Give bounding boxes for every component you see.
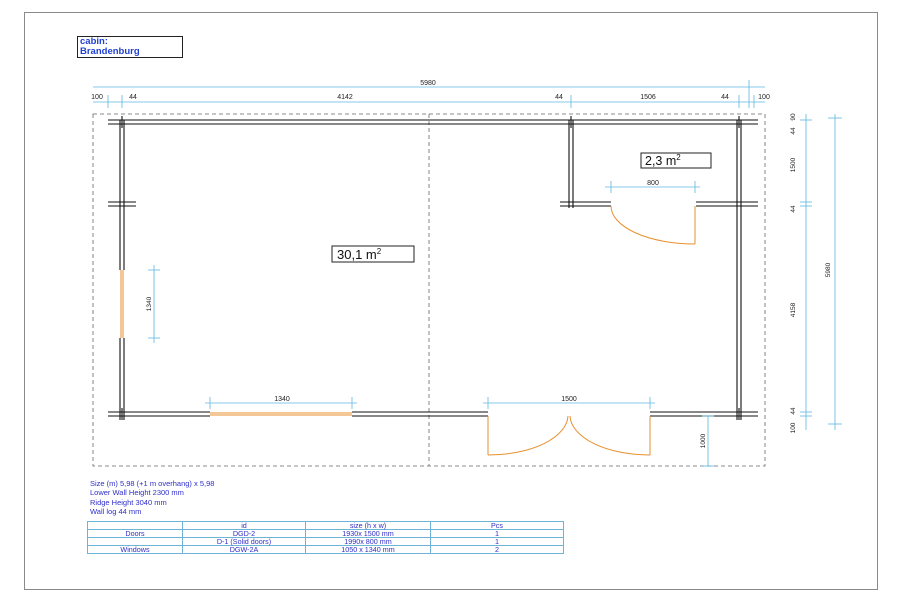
cell-size: 1050 x 1340 mm xyxy=(305,545,431,554)
dim-main-room-width: 4142 xyxy=(337,94,353,101)
small-room-area-label: 2,3 m2 xyxy=(645,153,681,168)
dim-side-window-width: 1340 xyxy=(146,296,153,311)
side-window xyxy=(120,270,124,338)
dim-right-top-overhang: 90 xyxy=(790,113,797,121)
dim-left-overhang: 100 xyxy=(91,94,103,101)
dim-right-log: 44 xyxy=(721,94,729,101)
cell-pcs: 2 xyxy=(430,545,564,554)
spec-lower-wall-height: Lower Wall Height 2300 mm xyxy=(90,488,184,498)
dim-right-log-c: 44 xyxy=(790,407,797,415)
main-room-area-label: 30,1 m2 xyxy=(337,247,382,262)
dim-right-log-b: 44 xyxy=(790,205,797,213)
dim-left-log: 44 xyxy=(129,94,137,101)
main-room-area-sup: 2 xyxy=(377,247,382,256)
dim-small-room-depth: 1500 xyxy=(790,157,797,172)
table-row: D-1 (Solid doors) 1990x 800 mm 1 xyxy=(87,537,564,546)
dim-overall-depth: 5980 xyxy=(825,262,832,277)
dim-front-window-width: 1340 xyxy=(274,396,290,403)
small-room-area-value: 2,3 m xyxy=(645,154,676,168)
front-window xyxy=(210,412,352,416)
table-row: Doors DGD-2 1930x 1500 mm 1 xyxy=(87,529,564,538)
small-room-door xyxy=(610,205,696,245)
spec-ridge-height: Ridge Height 3040 mm xyxy=(90,497,167,507)
dim-right-overhang: 100 xyxy=(758,94,770,101)
dim-terrace-depth: 1000 xyxy=(700,433,707,448)
table-row: Windows DGW-2A 1050 x 1340 mm 2 xyxy=(87,545,564,554)
parts-table: id size (h x w) Pcs Doors DGD-2 1930x 15… xyxy=(87,521,564,554)
dim-right-log-a: 44 xyxy=(790,127,797,135)
dim-double-door-width: 1500 xyxy=(561,396,577,403)
dim-small-room-width: 1506 xyxy=(640,94,656,101)
cell-id: DGW-2A xyxy=(182,545,306,554)
right-dimension-line xyxy=(800,114,842,430)
cell-category: Doors xyxy=(87,529,183,538)
main-room-area-value: 30,1 m xyxy=(337,247,377,262)
parts-table-header: id size (h x w) Pcs xyxy=(87,521,564,530)
spec-notes: Size (m) 5,98 (+1 m overhang) x 5,98 Low… xyxy=(90,479,214,517)
dim-small-door-width: 800 xyxy=(647,180,659,187)
double-door xyxy=(487,415,651,456)
dim-right-bottom-overhang: 100 xyxy=(790,422,797,433)
spec-size: Size (m) 5,98 (+1 m overhang) x 5,98 xyxy=(90,479,215,488)
cell-category: Windows xyxy=(87,545,183,554)
dim-overall-width: 5980 xyxy=(420,80,436,87)
small-room-area-sup: 2 xyxy=(676,153,681,162)
dim-mid-log: 44 xyxy=(555,94,563,101)
spec-wall-log: Wall log 44 mm xyxy=(90,507,142,517)
dim-main-depth: 4158 xyxy=(790,302,797,317)
